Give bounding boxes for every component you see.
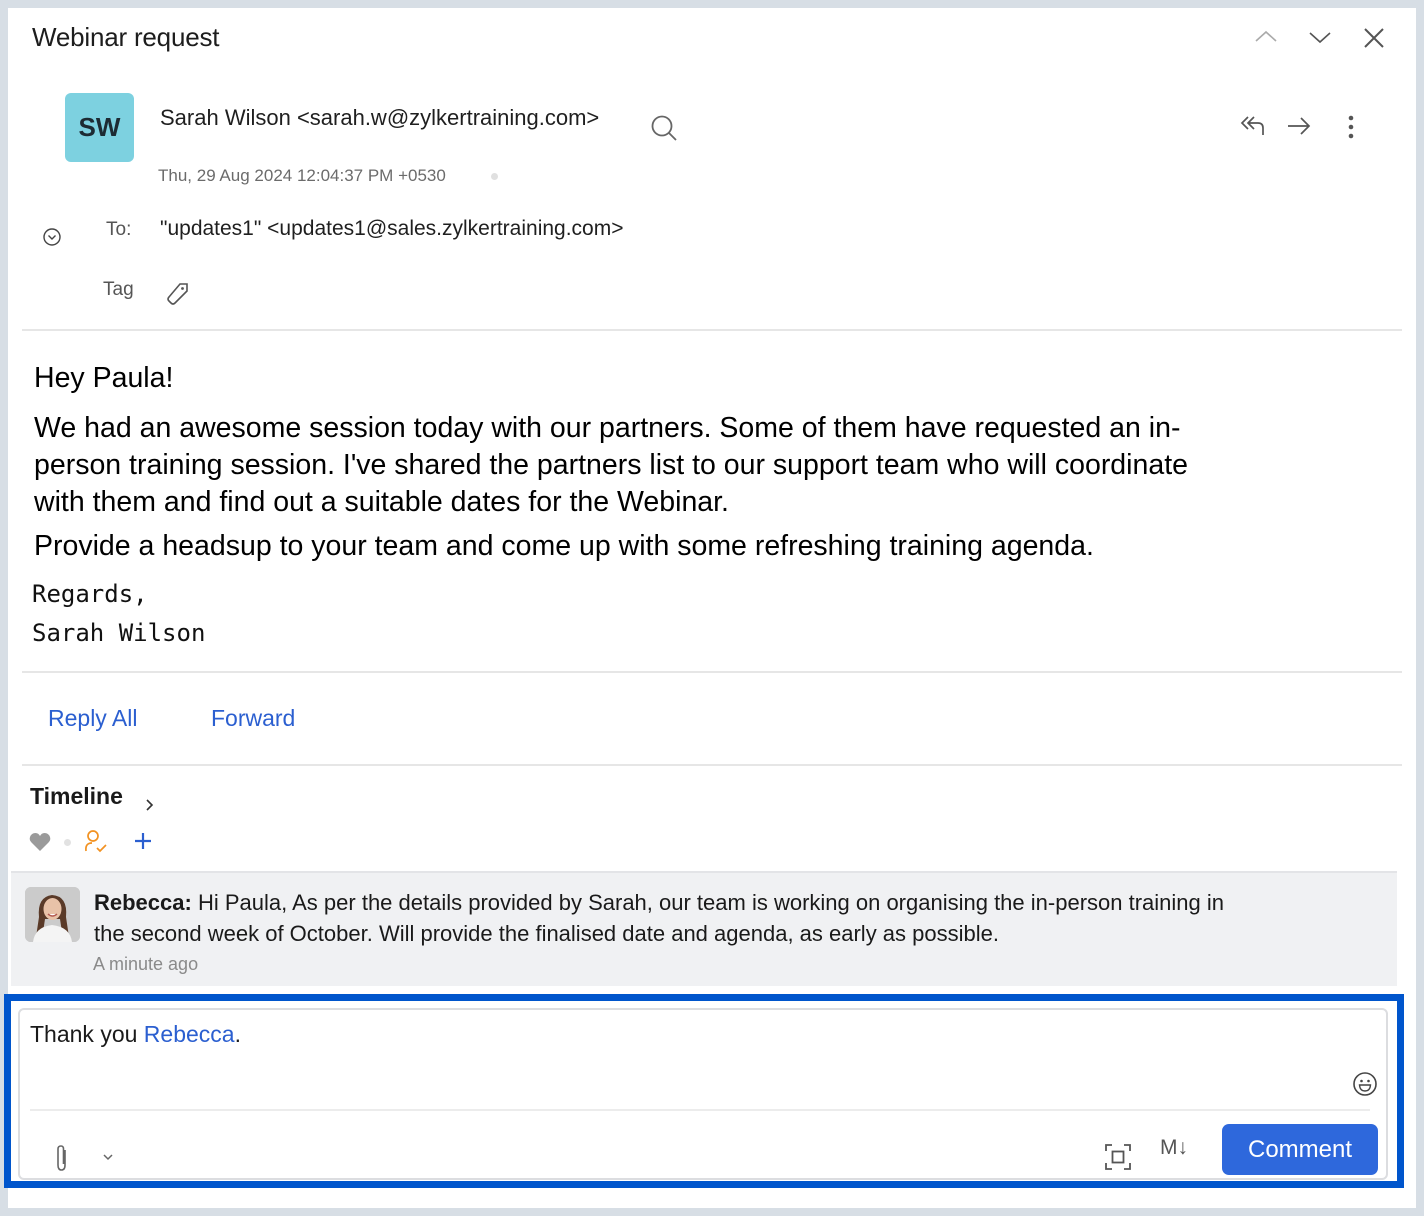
add-timeline-button[interactable] bbox=[134, 832, 152, 850]
chevron-up-icon bbox=[1255, 30, 1277, 42]
email-paragraph-2: Provide a headsup to your team and come … bbox=[34, 530, 1094, 562]
comment-input-text[interactable]: Thank you Rebecca. bbox=[30, 1021, 241, 1048]
chevron-down-icon bbox=[103, 1154, 113, 1161]
reply-all-icon bbox=[1240, 116, 1264, 135]
close-button[interactable] bbox=[1363, 27, 1385, 49]
screen-capture-icon bbox=[1105, 1144, 1131, 1170]
comment-timestamp: A minute ago bbox=[93, 954, 199, 974]
comment-text: Rebecca: Hi Paula, As per the details pr… bbox=[94, 887, 1334, 949]
navigate-previous-button[interactable] bbox=[1254, 28, 1278, 44]
add-tag-button[interactable] bbox=[166, 282, 190, 306]
status-dot bbox=[491, 173, 498, 180]
message-date: Thu, 29 Aug 2024 12:04:37 PM +0530 bbox=[158, 166, 446, 185]
email-subject: Webinar request bbox=[32, 22, 220, 52]
editor-divider bbox=[30, 1109, 1370, 1111]
search-icon bbox=[651, 115, 677, 141]
like-button[interactable] bbox=[29, 832, 51, 852]
reply-all-link[interactable]: Reply All bbox=[48, 705, 137, 732]
chevron-right-icon bbox=[146, 799, 154, 811]
more-options-button[interactable] bbox=[1346, 114, 1356, 140]
comment-submit-button[interactable]: Comment bbox=[1222, 1124, 1378, 1175]
commenter-avatar bbox=[25, 887, 80, 942]
to-label: To: bbox=[106, 219, 132, 240]
sender-avatar[interactable]: SW bbox=[65, 93, 134, 162]
expand-details-button[interactable] bbox=[42, 227, 62, 247]
assign-button[interactable] bbox=[83, 829, 109, 855]
comment-input-suffix: . bbox=[234, 1021, 241, 1047]
close-icon bbox=[1364, 28, 1384, 48]
heart-icon bbox=[29, 833, 51, 851]
email-signature: Sarah Wilson bbox=[32, 619, 206, 647]
more-options-icon bbox=[1348, 115, 1354, 139]
body-divider bbox=[22, 671, 1402, 673]
actions-divider bbox=[22, 764, 1402, 766]
tag-label: Tag bbox=[103, 279, 134, 300]
comment-author: Rebecca: bbox=[94, 890, 192, 915]
email-regards: Regards, bbox=[32, 580, 148, 608]
markdown-toggle[interactable]: M↓ bbox=[1160, 1136, 1188, 1160]
sender-address[interactable]: Sarah Wilson <sarah.w@zylkertraining.com… bbox=[160, 105, 599, 131]
chevron-circle-down-icon bbox=[43, 228, 61, 246]
comment-input-prefix: Thank you bbox=[30, 1021, 138, 1047]
email-paragraph-1-line-3: with them and find out a suitable dates … bbox=[34, 486, 729, 518]
screenshot-button[interactable] bbox=[1104, 1143, 1132, 1171]
mention-chip[interactable]: Rebecca bbox=[144, 1021, 235, 1047]
header-divider bbox=[22, 329, 1402, 331]
attach-button[interactable] bbox=[54, 1144, 70, 1172]
email-greeting: Hey Paula! bbox=[34, 362, 174, 394]
email-paragraph-1-line-1: We had an awesome session today with our… bbox=[34, 412, 1181, 444]
timeline-title[interactable]: Timeline bbox=[30, 783, 123, 810]
emoji-button[interactable] bbox=[1352, 1071, 1378, 1097]
forward-button[interactable] bbox=[1286, 115, 1312, 137]
email-paragraph-1-line-2: person training session. I've shared the… bbox=[34, 449, 1188, 481]
tag-icon bbox=[167, 283, 188, 305]
forward-link[interactable]: Forward bbox=[211, 705, 295, 732]
assign-user-icon bbox=[85, 830, 107, 853]
emoji-icon bbox=[1353, 1072, 1377, 1096]
comment-line-2: the second week of October. Will provide… bbox=[94, 921, 999, 946]
chevron-down-icon bbox=[1309, 32, 1331, 44]
paperclip-icon bbox=[57, 1145, 66, 1171]
forward-icon bbox=[1288, 117, 1311, 135]
search-sender-button[interactable] bbox=[650, 114, 678, 142]
to-recipient[interactable]: "updates1" <updates1@sales.zylkertrainin… bbox=[160, 217, 624, 241]
attach-options-button[interactable] bbox=[102, 1153, 114, 1161]
separator-dot bbox=[64, 839, 71, 846]
add-icon bbox=[135, 833, 151, 849]
comment-line-1: Hi Paula, As per the details provided by… bbox=[197, 890, 1224, 915]
timeline-expand-button[interactable] bbox=[145, 798, 155, 812]
navigate-next-button[interactable] bbox=[1308, 30, 1332, 46]
reply-all-button[interactable] bbox=[1240, 114, 1266, 138]
